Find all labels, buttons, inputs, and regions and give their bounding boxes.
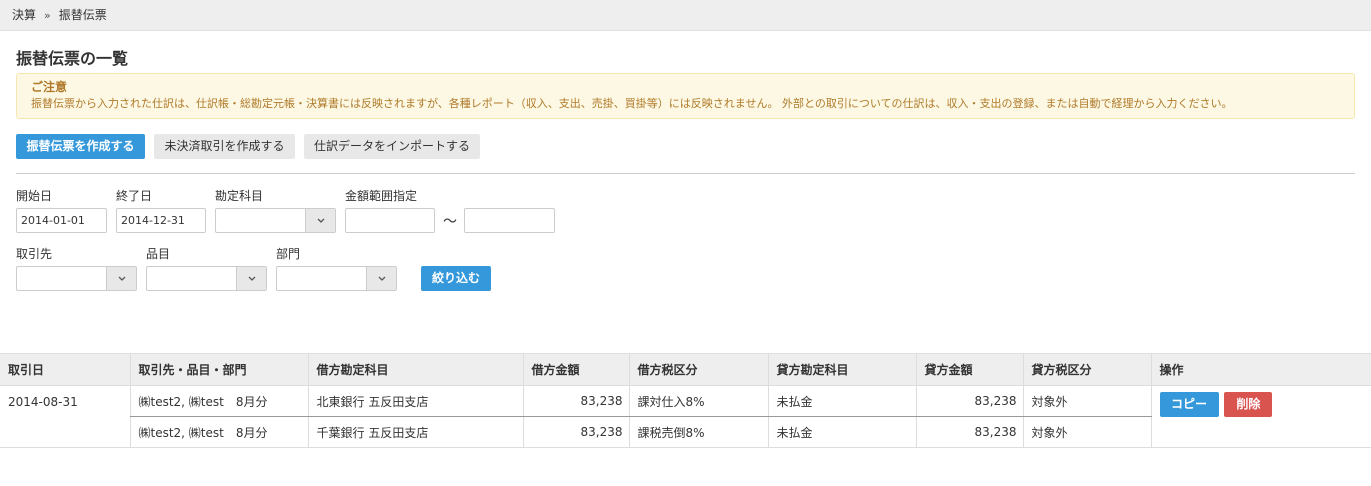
start-date-input[interactable]: [16, 208, 107, 233]
filter-submit-button[interactable]: 絞り込む: [421, 266, 491, 291]
column-header: 操作: [1150, 353, 1371, 386]
department-select[interactable]: [276, 266, 397, 291]
partner-label: 取引先: [16, 247, 53, 261]
account-label: 勘定科目: [215, 189, 264, 203]
start-date-label: 開始日: [16, 189, 53, 203]
column-header: 貸方勘定科目: [767, 353, 916, 386]
partner-cell: ㈱test2, ㈱test 8月分: [129, 416, 308, 448]
copy-button[interactable]: コピー: [1159, 392, 1219, 417]
chevron-down-icon[interactable]: [305, 209, 335, 232]
divider: [16, 173, 1355, 174]
department-label: 部門: [276, 247, 301, 261]
column-header: 取引日: [0, 353, 130, 386]
column-header: 借方金額: [522, 353, 629, 386]
chevron-down-icon[interactable]: [106, 267, 136, 290]
partner-select[interactable]: [16, 266, 137, 291]
amount-range-label: 金額範囲指定: [345, 189, 418, 203]
item-select-value: [147, 267, 236, 290]
debit-amount-cell: 83,238: [522, 385, 629, 417]
end-date-input[interactable]: [116, 208, 206, 233]
transfer-slip-table: 取引日 取引先・品目・部門 借方勘定科目 借方金額 借方税区分 貸方勘定科目 貸…: [0, 353, 1371, 448]
notice-body: 振替伝票から入力された仕訳は、仕訳帳・総勘定元帳・決算書には反映されますが、各種…: [31, 97, 1233, 110]
amount-min-input[interactable]: [345, 208, 435, 233]
create-unsettled-transaction-button[interactable]: 未決済取引を作成する: [154, 134, 295, 159]
column-header: 貸方金額: [915, 353, 1023, 386]
chevron-down-icon[interactable]: [236, 267, 266, 290]
transaction-date: 2014-08-31: [0, 385, 130, 448]
column-header: 貸方税区分: [1022, 353, 1151, 386]
delete-button[interactable]: 削除: [1224, 392, 1273, 417]
breadcrumb-separator: »: [44, 9, 51, 22]
item-label: 品目: [146, 247, 171, 261]
range-separator: 〜: [443, 214, 457, 230]
notice-title: ご注意: [31, 80, 68, 94]
debit-amount-cell: 83,238: [522, 416, 629, 448]
create-transfer-slip-button[interactable]: 振替伝票を作成する: [16, 134, 145, 159]
import-journal-data-button[interactable]: 仕訳データをインポートする: [304, 134, 480, 159]
breadcrumb: 決算 » 振替伝票: [0, 0, 1371, 31]
breadcrumb-item-transfer-slip: 振替伝票: [58, 8, 107, 22]
credit-tax-cell: 対象外: [1022, 416, 1151, 448]
credit-amount-cell: 83,238: [915, 416, 1023, 448]
account-select[interactable]: [215, 208, 336, 233]
column-header: 借方税区分: [628, 353, 768, 386]
credit-tax-cell: 対象外: [1022, 385, 1151, 417]
account-select-value: [216, 209, 305, 232]
operations-cell: コピー 削除: [1150, 385, 1371, 448]
credit-account-cell: 未払金: [767, 416, 916, 448]
notice-box: ご注意 振替伝票から入力された仕訳は、仕訳帳・総勘定元帳・決算書には反映されます…: [16, 73, 1355, 119]
chevron-down-icon[interactable]: [366, 267, 396, 290]
debit-tax-cell: 課対仕入8%: [628, 385, 768, 417]
partner-select-value: [17, 267, 106, 290]
partner-cell: ㈱test2, ㈱test 8月分: [129, 385, 308, 417]
item-select[interactable]: [146, 266, 267, 291]
breadcrumb-item-settlement[interactable]: 決算: [12, 8, 36, 22]
column-header: 借方勘定科目: [307, 353, 523, 386]
column-header: 取引先・品目・部門: [129, 353, 308, 386]
amount-max-input[interactable]: [464, 208, 555, 233]
debit-account-cell: 北東銀行 五反田支店: [307, 385, 523, 417]
debit-account-cell: 千葉銀行 五反田支店: [307, 416, 523, 448]
debit-tax-cell: 課税売倒8%: [628, 416, 768, 448]
department-select-value: [277, 267, 366, 290]
table-header-row: 取引日 取引先・品目・部門 借方勘定科目 借方金額 借方税区分 貸方勘定科目 貸…: [0, 353, 1371, 386]
end-date-label: 終了日: [116, 189, 153, 203]
page-title: 振替伝票の一覧: [16, 49, 129, 68]
table-row[interactable]: 2014-08-31 ㈱test2, ㈱test 8月分 北東銀行 五反田支店 …: [0, 385, 1371, 448]
credit-amount-cell: 83,238: [915, 385, 1023, 417]
credit-account-cell: 未払金: [767, 385, 916, 417]
